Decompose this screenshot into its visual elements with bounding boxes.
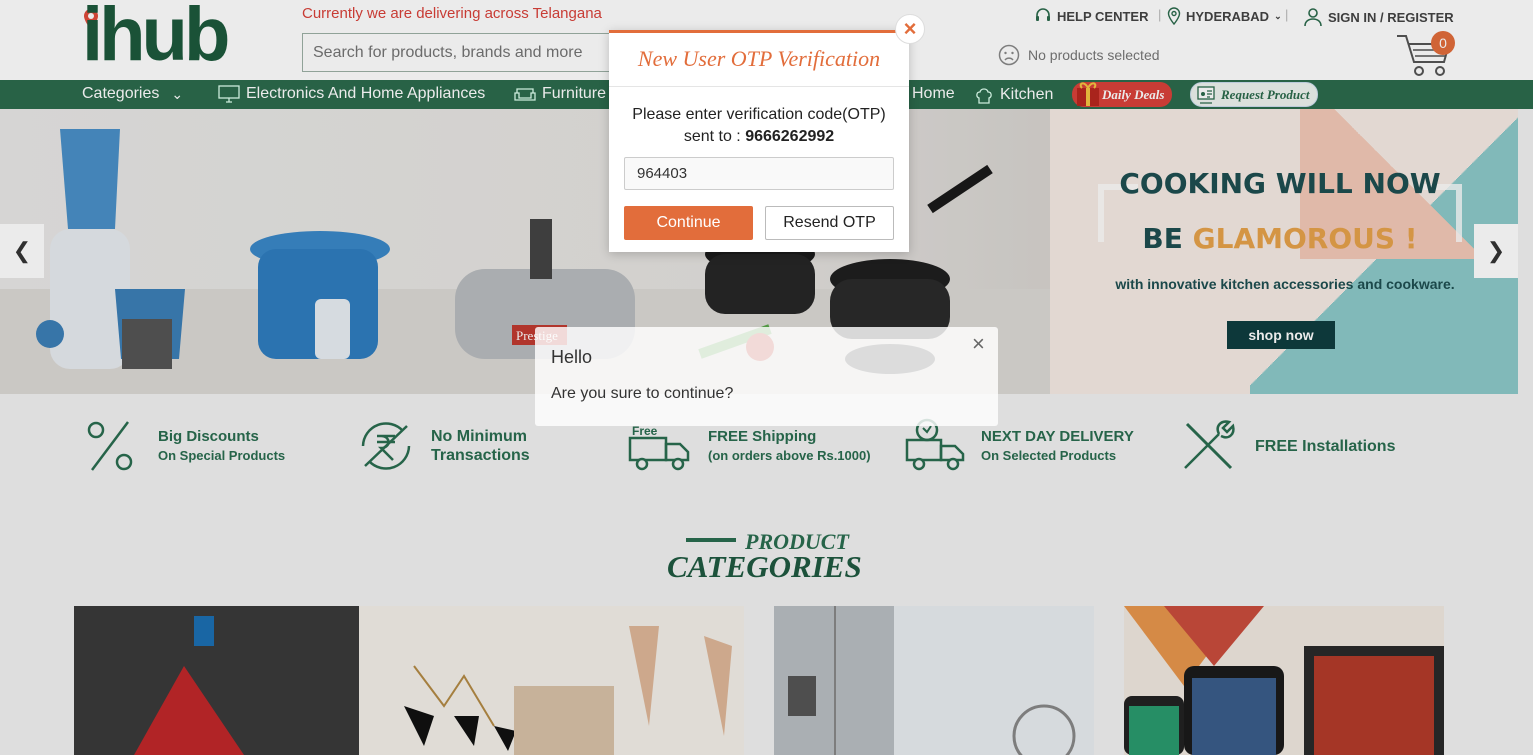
modal-message: Please enter verification code(OTP) sent…: [609, 104, 909, 148]
close-icon[interactable]: ×: [972, 331, 985, 357]
modal-title: New User OTP Verification: [637, 46, 881, 71]
otp-input[interactable]: [624, 157, 894, 190]
modal-divider: [609, 86, 909, 87]
resend-otp-button[interactable]: Resend OTP: [765, 206, 894, 240]
otp-sent-to: sent to : 9666262992: [609, 126, 909, 148]
phone-number: 9666262992: [745, 128, 835, 145]
close-icon[interactable]: ×: [895, 14, 925, 44]
otp-verification-modal: New User OTP Verification Please enter v…: [609, 30, 909, 252]
sent-to-label: sent to :: [683, 128, 746, 145]
toast-message: Are you sure to continue?: [551, 385, 734, 402]
confirm-toast: Hello Are you sure to continue? ×: [535, 327, 998, 426]
otp-instruction: Please enter verification code(OTP): [632, 106, 886, 123]
toast-title: Hello: [551, 347, 593, 367]
continue-button[interactable]: Continue: [624, 206, 753, 240]
